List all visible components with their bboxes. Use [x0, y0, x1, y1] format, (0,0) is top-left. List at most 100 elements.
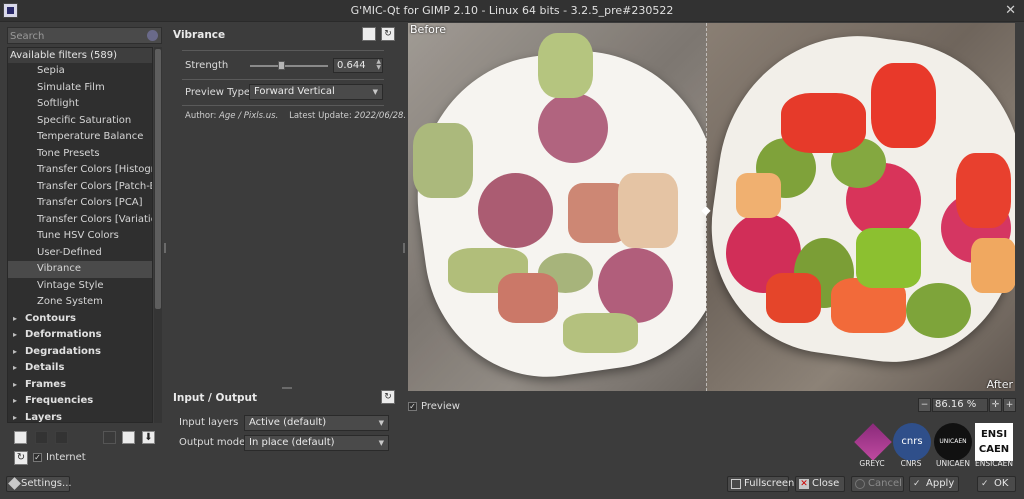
filter-item[interactable]: Tune HSV Colors — [8, 228, 152, 245]
filter-item[interactable]: Transfer Colors [Patch-Based] — [8, 179, 152, 196]
zoom-in-icon[interactable]: + — [1003, 398, 1016, 412]
filter-item[interactable]: Temperature Balance — [8, 129, 152, 146]
preview-before-half: Before — [408, 23, 741, 391]
chevron-right-icon[interactable]: ▸ — [13, 360, 25, 377]
expand-collapse-button[interactable] — [122, 431, 135, 444]
filter-category[interactable]: ▸ Contours — [8, 311, 152, 328]
add-fave-button[interactable] — [14, 431, 27, 444]
zoom-out-icon[interactable]: − — [918, 398, 931, 412]
settings-button[interactable]: Settings... — [6, 476, 72, 492]
filter-category[interactable]: ▸ Frequencies — [8, 393, 152, 410]
chevron-right-icon[interactable]: ▸ — [13, 311, 25, 328]
chevron-right-icon[interactable]: ▸ — [13, 410, 25, 423]
output-mode-select[interactable]: In place (default) ▼ — [244, 435, 389, 451]
fruit-image — [736, 173, 781, 218]
internet-checkbox[interactable]: ✓ Internet — [33, 452, 86, 463]
filter-item[interactable]: Softlight — [8, 96, 152, 113]
filter-item[interactable]: Tone Presets — [8, 146, 152, 163]
chevron-right-icon[interactable]: ▸ — [13, 344, 25, 361]
split-handle-icon[interactable]: ◆ — [699, 203, 713, 217]
fullscreen-button[interactable]: Fullscreen — [727, 476, 794, 492]
close-button[interactable]: ✕ Close — [795, 476, 845, 492]
filter-category-label: Frames — [25, 378, 67, 390]
ok-button[interactable]: ✓ OK — [977, 476, 1016, 492]
chevron-right-icon[interactable]: ▸ — [13, 377, 25, 394]
preview-checkbox-label: Preview — [421, 401, 460, 412]
apply-icon: ✓ — [913, 479, 921, 489]
filter-category-label: Details — [25, 362, 65, 373]
scrollbar-thumb[interactable] — [155, 49, 161, 309]
close-window-icon[interactable]: ✕ — [1005, 3, 1016, 18]
filter-item[interactable]: Sepia — [8, 63, 152, 80]
preview-type-select[interactable]: Forward Vertical ▼ — [249, 84, 383, 100]
ensicaen-logo-bottom: CAEN — [978, 444, 1010, 455]
search-input[interactable] — [10, 29, 140, 43]
fruit-image — [618, 173, 678, 248]
output-mode-label: Output mode — [179, 437, 246, 448]
params-separator-mid — [182, 79, 384, 80]
fruit-image — [413, 123, 473, 198]
chevron-right-icon[interactable]: ▸ — [13, 393, 25, 410]
remove-fave-button[interactable] — [35, 431, 48, 444]
reset-params-icon[interactable]: ↻ — [381, 27, 395, 41]
filter-category[interactable]: ▸ Layers — [8, 410, 152, 423]
preview-checkbox[interactable]: ✓ Preview — [408, 401, 460, 412]
cancel-icon — [855, 479, 865, 489]
apply-button[interactable]: ✓ Apply — [909, 476, 959, 492]
filter-item[interactable]: Simulate Film — [8, 80, 152, 97]
preview-check-icon[interactable]: ✓ — [408, 401, 417, 411]
filter-title: Vibrance — [173, 29, 226, 41]
input-layers-select[interactable]: Active (default) ▼ — [244, 415, 389, 431]
internet-label: Internet — [46, 452, 86, 463]
strength-slider[interactable] — [250, 65, 328, 67]
wrench-icon — [8, 477, 21, 490]
filter-category-label: Deformations — [25, 329, 102, 340]
filter-category[interactable]: ▸ Details — [8, 360, 152, 377]
cnrs-logo: cnrs — [893, 423, 931, 461]
spin-arrows-icon[interactable]: ▲ ▼ — [376, 59, 381, 71]
zoom-fit-icon[interactable]: ✛ — [989, 398, 1002, 412]
internet-check-icon[interactable]: ✓ — [33, 452, 42, 462]
left-splitter-grip[interactable] — [164, 243, 166, 253]
visibility-toggle-button[interactable] — [103, 431, 116, 444]
window-title: G'MIC-Qt for GIMP 2.10 - Linux 64 bits -… — [350, 4, 674, 17]
io-splitter-grip[interactable] — [282, 387, 292, 389]
filter-item[interactable]: Zone System — [8, 294, 152, 311]
filter-category[interactable]: ▸ Deformations — [8, 327, 152, 344]
chevron-right-icon[interactable]: ▸ — [13, 327, 25, 344]
filter-item[interactable]: Transfer Colors [Histogram] — [8, 162, 152, 179]
ensicaen-logo: ENSI CAEN — [975, 423, 1013, 461]
preview-type-label: Preview Type — [185, 87, 251, 98]
gmic-window: G'MIC-Qt for GIMP 2.10 - Linux 64 bits -… — [0, 0, 1024, 499]
zoom-value[interactable]: 86.16 % — [932, 398, 988, 412]
strength-spinbox[interactable]: 0.644 ▲ ▼ — [333, 58, 383, 73]
filter-item[interactable]: Vintage Style — [8, 278, 152, 295]
filter-tree-scrollbar[interactable] — [154, 47, 162, 423]
filter-category[interactable]: ▸ Degradations — [8, 344, 152, 361]
download-icon[interactable]: ⬇ — [142, 431, 155, 444]
filter-item[interactable]: User-Defined — [8, 245, 152, 262]
filter-item[interactable]: Transfer Colors [Variational] — [8, 212, 152, 229]
strength-slider-handle[interactable] — [277, 61, 285, 70]
right-splitter-grip[interactable] — [403, 243, 405, 253]
copy-command-button[interactable] — [362, 27, 376, 41]
zoom-control: − 86.16 % ✛ + — [918, 398, 1016, 414]
rename-fave-button[interactable] — [55, 431, 68, 444]
input-layers-value: Active (default) — [249, 417, 327, 428]
preview-area[interactable]: Before After ◆ — [408, 23, 1015, 391]
filter-tree[interactable]: Available filters (589) Sepia Simulate Fi… — [7, 47, 153, 423]
filter-item-selected[interactable]: Vibrance — [8, 261, 152, 278]
fullscreen-label: Fullscreen — [744, 478, 795, 489]
ok-label: OK — [994, 478, 1009, 489]
filter-item[interactable]: Specific Saturation — [8, 113, 152, 130]
filter-category[interactable]: ▸ Frames — [8, 377, 152, 394]
title-bar[interactable]: G'MIC-Qt for GIMP 2.10 - Linux 64 bits -… — [0, 0, 1024, 22]
cancel-button[interactable]: Cancel — [851, 476, 904, 492]
search-box[interactable] — [7, 27, 162, 44]
fullscreen-icon — [731, 479, 741, 489]
filter-item[interactable]: Transfer Colors [PCA] — [8, 195, 152, 212]
io-reset-icon[interactable]: ↻ — [381, 390, 395, 404]
refresh-filters-button[interactable]: ↻ — [14, 451, 28, 465]
fruit-image — [906, 283, 971, 338]
close-icon: ✕ — [799, 479, 809, 489]
